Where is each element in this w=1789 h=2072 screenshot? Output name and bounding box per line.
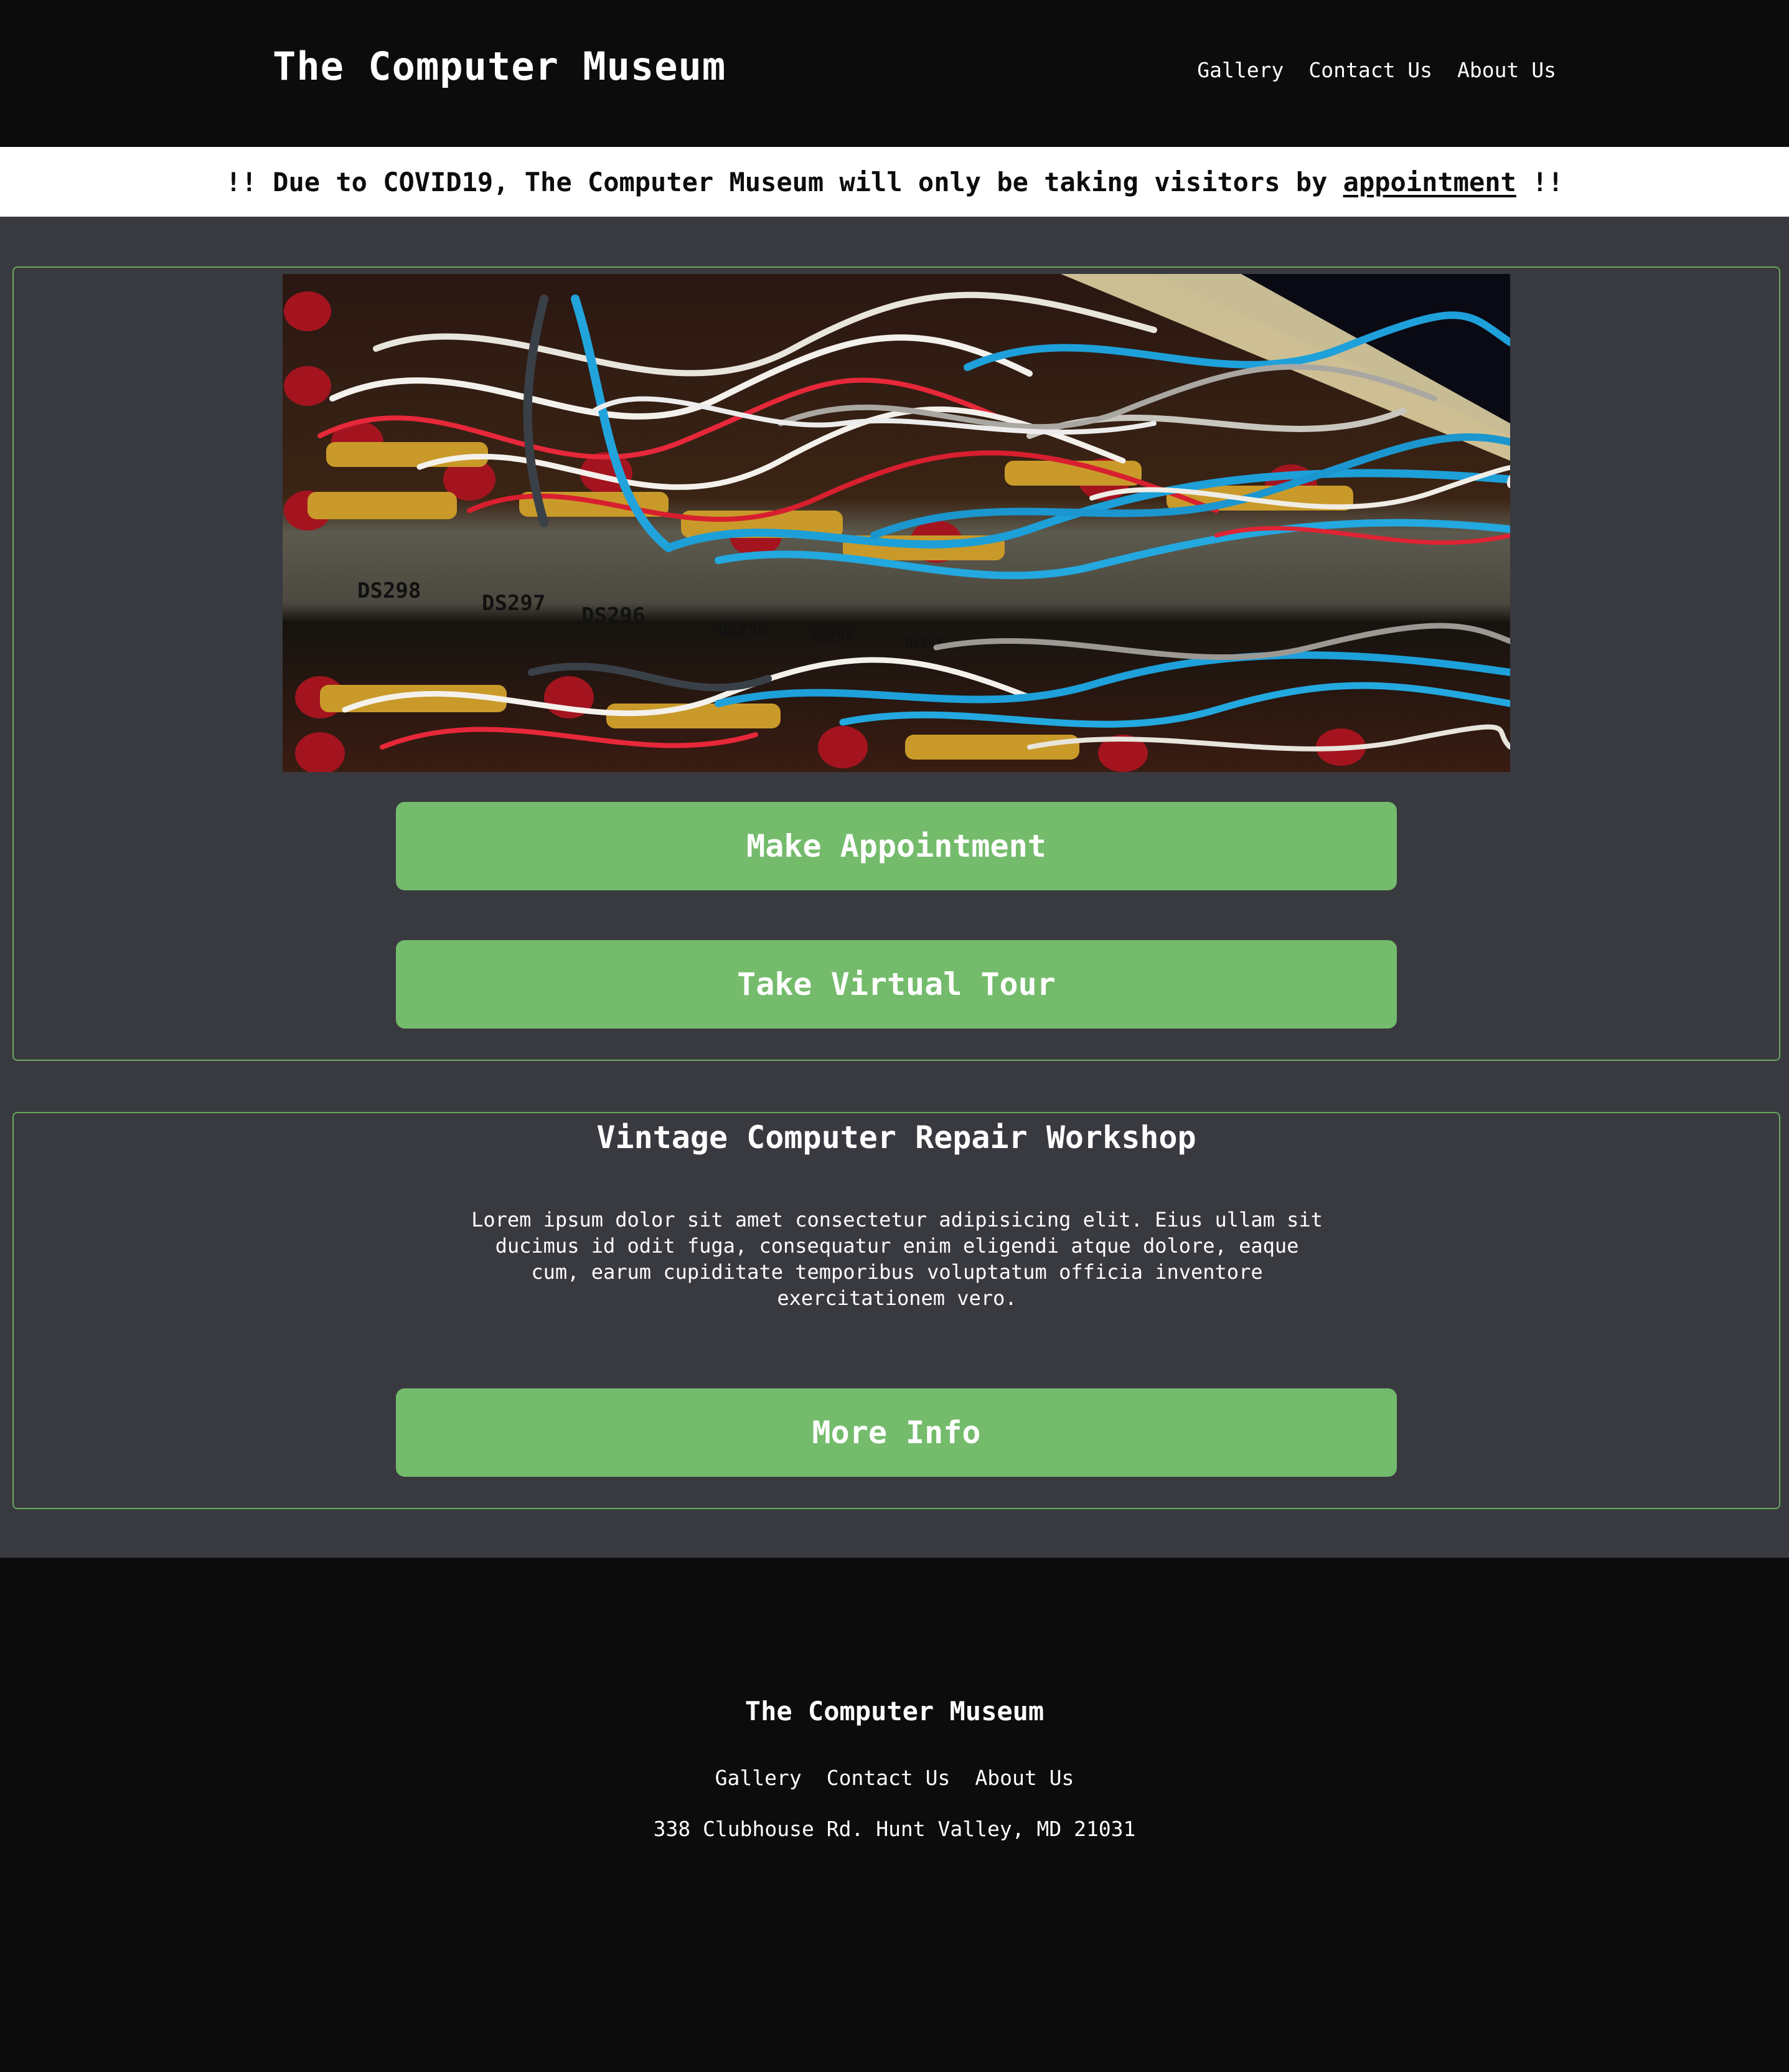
nav-gallery-link[interactable]: Gallery	[1197, 58, 1284, 82]
more-info-button[interactable]: More Info	[396, 1388, 1397, 1477]
top-nav: Gallery Contact Us About Us	[1197, 58, 1556, 82]
workshop-title: Vintage Computer Repair Workshop	[596, 1119, 1196, 1156]
make-appointment-button[interactable]: Make Appointment	[396, 802, 1397, 890]
hero-wiring-image: DS298 DS297 DS296 DS295 DS294 DS293	[283, 274, 1510, 772]
main-content: DS298 DS297 DS296 DS295 DS294 DS293 Make…	[0, 217, 1789, 1558]
svg-text:DS298: DS298	[357, 578, 421, 603]
svg-text:DS296: DS296	[581, 603, 645, 628]
banner-prefix: !! Due to COVID19, The Computer Museum w…	[225, 166, 1343, 197]
covid-banner: !! Due to COVID19, The Computer Museum w…	[0, 147, 1789, 217]
svg-text:DS295: DS295	[718, 621, 767, 639]
footer-gallery-link[interactable]: Gallery	[715, 1766, 802, 1790]
footer-nav: Gallery Contact Us About Us	[0, 1766, 1789, 1790]
workshop-description: Lorem ipsum dolor sit amet consectetur a…	[471, 1208, 1323, 1310]
svg-text:DS294: DS294	[812, 629, 853, 645]
footer-contact-link[interactable]: Contact Us	[827, 1766, 951, 1790]
footer-brand: The Computer Museum	[744, 1696, 1045, 1726]
footer-address: 338 Clubhouse Rd. Hunt Valley, MD 21031	[653, 1817, 1136, 1841]
nav-about-link[interactable]: About Us	[1457, 58, 1556, 82]
wiring-illustration: DS298 DS297 DS296 DS295 DS294 DS293	[283, 274, 1510, 772]
virtual-tour-button[interactable]: Take Virtual Tour	[396, 940, 1397, 1029]
site-header: The Computer Museum Gallery Contact Us A…	[0, 0, 1789, 147]
svg-text:DS297: DS297	[482, 591, 545, 616]
banner-appointment-link[interactable]: appointment	[1343, 167, 1516, 197]
footer-about-link[interactable]: About Us	[975, 1766, 1074, 1790]
workshop-panel: Vintage Computer Repair Workshop Lorem i…	[12, 1112, 1780, 1509]
site-footer: The Computer Museum Gallery Contact Us A…	[0, 1558, 1789, 2072]
banner-suffix: !!	[1516, 166, 1564, 197]
nav-contact-link[interactable]: Contact Us	[1308, 58, 1432, 82]
site-brand[interactable]: The Computer Museum	[273, 44, 726, 89]
hero-panel: DS298 DS297 DS296 DS295 DS294 DS293 Make…	[12, 266, 1780, 1061]
